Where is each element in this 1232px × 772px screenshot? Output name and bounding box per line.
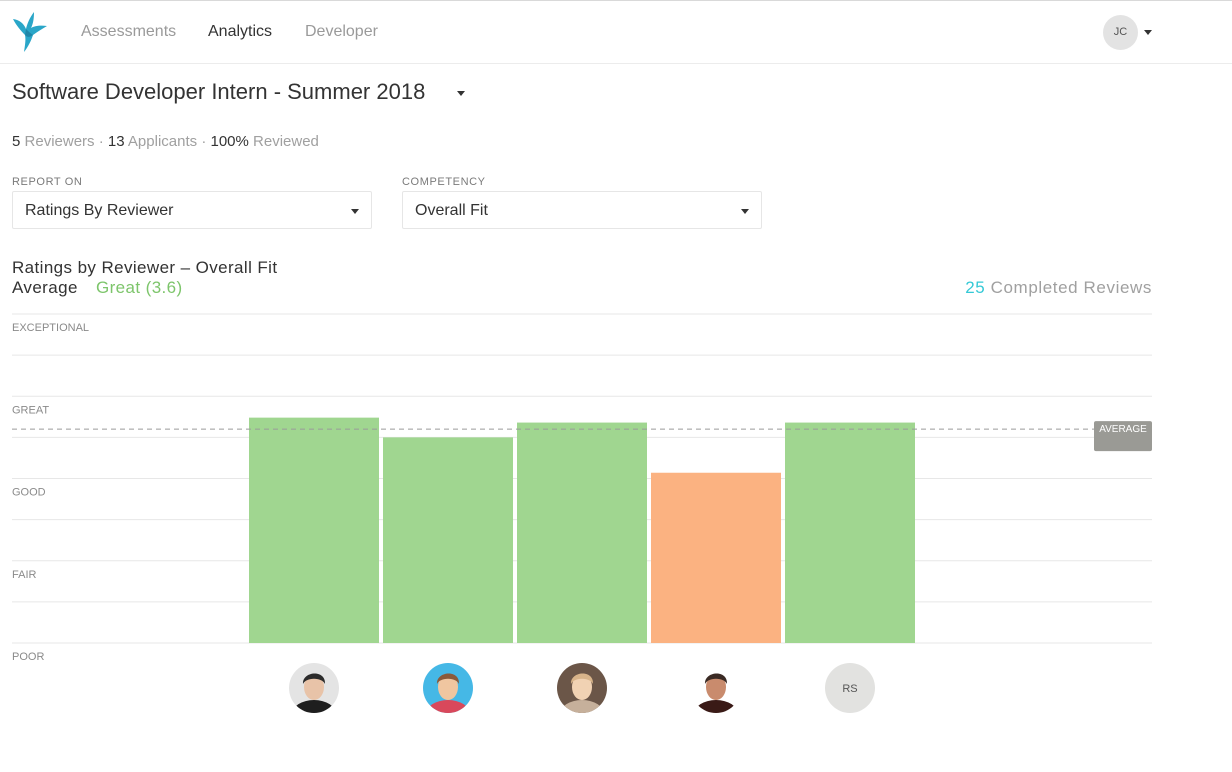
ratings-bar-chart: POOR FAIR GOOD GREAT EXCEPTIONAL AVERAGE RS — [12, 313, 1152, 728]
user-menu-chevron-down-icon[interactable] — [1144, 30, 1152, 35]
average-badge-label: AVERAGE — [1099, 424, 1147, 435]
nav-assessments[interactable]: Assessments — [81, 23, 176, 41]
competency-select[interactable]: Overall Fit — [402, 191, 762, 229]
report-on-select[interactable]: Ratings By Reviewer — [12, 191, 372, 229]
rating-bar[interactable] — [517, 422, 647, 643]
applicants-label: Applicants — [127, 133, 198, 150]
competency-label: COMPETENCY — [402, 176, 486, 188]
rating-bar[interactable] — [383, 437, 513, 643]
avatar-shoulders — [292, 700, 336, 713]
y-tick-label: POOR — [12, 651, 44, 663]
rating-bar[interactable] — [785, 422, 915, 643]
applicants-count: 13 — [107, 133, 125, 150]
chevron-down-icon — [741, 209, 749, 214]
completed-reviews-label: Completed Reviews — [990, 278, 1152, 297]
avatar-shoulders — [560, 700, 604, 713]
chart-title: Ratings by Reviewer – Overall Fit — [12, 258, 278, 277]
reviewer-avatar-photo[interactable] — [289, 663, 339, 728]
nav-developer[interactable]: Developer — [305, 23, 378, 41]
average-value: Great (3.6) — [96, 278, 183, 297]
y-tick-label: GREAT — [12, 404, 49, 416]
average-label: Average — [12, 278, 78, 297]
reviewer-avatar-photo[interactable] — [423, 663, 473, 728]
stats-summary: 5 Reviewers · 13 Applicants · 100% Revie… — [12, 133, 319, 150]
reviewer-avatar-photo[interactable] — [691, 663, 741, 728]
user-avatar[interactable]: JC — [1103, 15, 1138, 50]
reviewed-percent: 100% — [210, 133, 249, 150]
y-tick-label: GOOD — [12, 487, 46, 499]
avatar-shoulders — [694, 700, 738, 713]
hummingbird-logo-icon[interactable] — [12, 11, 48, 53]
reviewer-avatar-initials: RS — [842, 683, 857, 695]
reviewers-label: Reviewers — [24, 133, 95, 150]
reviewed-label: Reviewed — [253, 133, 319, 150]
job-selector-chevron-down-icon[interactable] — [457, 91, 465, 96]
reviewer-avatar-photo[interactable] — [557, 663, 607, 728]
competency-value: Overall Fit — [415, 202, 488, 219]
stats-separator: · — [98, 133, 104, 150]
rating-bar[interactable] — [651, 472, 781, 643]
y-tick-label: FAIR — [12, 569, 37, 581]
stats-separator: · — [201, 133, 207, 150]
report-on-label: REPORT ON — [12, 176, 83, 188]
completed-reviews-count: 25 — [965, 278, 986, 297]
completed-reviews: 25 Completed Reviews — [965, 278, 1152, 298]
chevron-down-icon — [351, 209, 359, 214]
report-on-value: Ratings By Reviewer — [25, 202, 174, 219]
avatar-shoulders — [426, 700, 470, 713]
top-nav-bar: Assessments Analytics Developer JC — [0, 0, 1232, 64]
page-title: Software Developer Intern - Summer 2018 — [12, 79, 426, 104]
nav-analytics[interactable]: Analytics — [208, 23, 272, 41]
y-tick-label: EXCEPTIONAL — [12, 322, 89, 334]
reviewers-count: 5 — [12, 133, 21, 150]
rating-bar[interactable] — [249, 417, 379, 643]
